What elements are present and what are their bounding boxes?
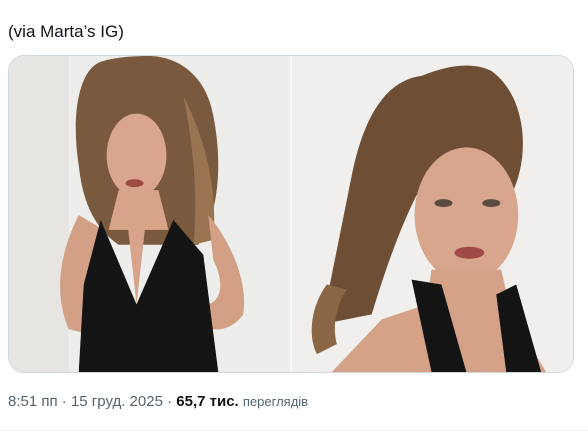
photo-2-image [292, 56, 573, 372]
post-caption: (via Marta’s IG) [8, 22, 124, 41]
media-photo-1[interactable] [9, 56, 290, 372]
meta-separator: · [162, 393, 177, 410]
post-time-link[interactable]: 8:51 пп [8, 393, 58, 410]
media-photo-2[interactable] [292, 56, 573, 372]
views-count: 65,7 тис. [176, 393, 239, 410]
post-date-link[interactable]: 15 груд. 2025 [71, 393, 163, 410]
views-label: переглядів [242, 394, 309, 409]
divider [0, 430, 588, 431]
post-meta: 8:51 пп · 15 груд. 2025 · 65,7 тис. пере… [8, 393, 308, 411]
photo-1-image [9, 56, 290, 372]
media-grid [8, 55, 574, 373]
meta-separator: · [57, 393, 71, 410]
